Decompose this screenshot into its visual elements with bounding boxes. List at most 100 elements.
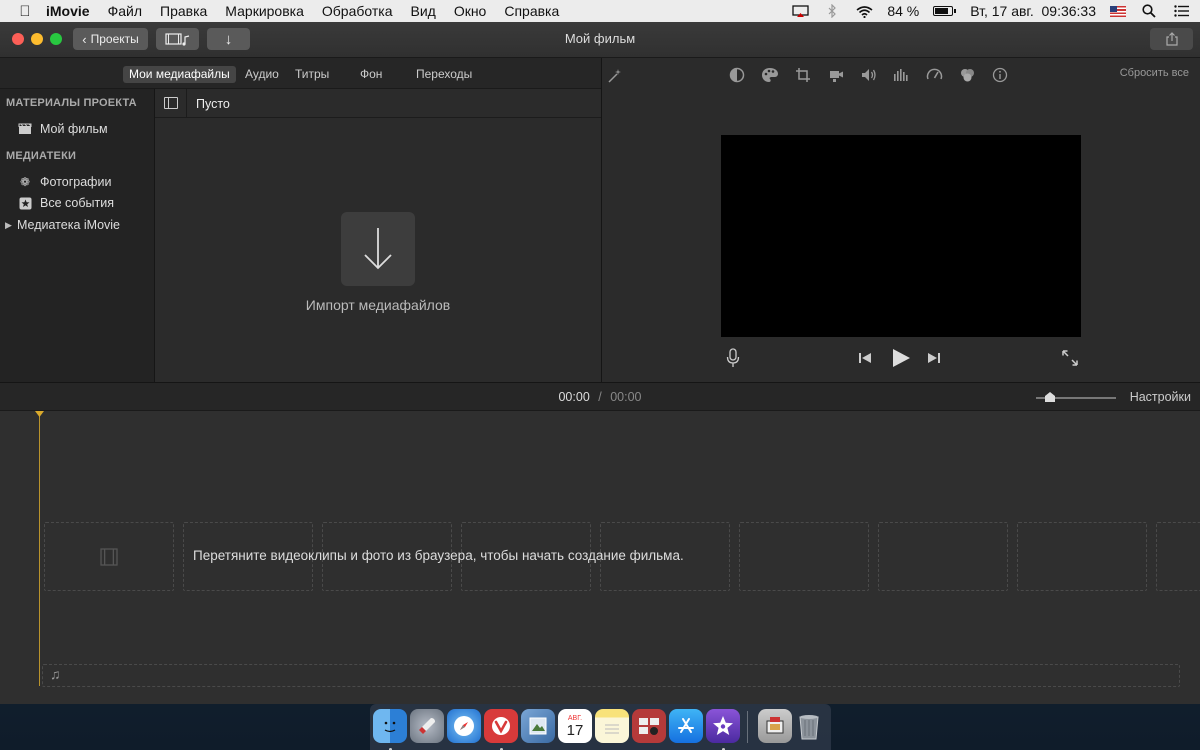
finder-icon[interactable] [373,709,407,743]
time-separator: / [598,390,602,404]
status-area: 84 % Вт, 17 авг. 09:36:33 [791,0,1190,22]
reset-all-button[interactable]: Сбросить все [1120,67,1189,79]
total-time: 00:00 [610,390,642,404]
bluetooth-icon[interactable] [823,4,841,18]
tab-my-media[interactable]: Мои медиафайлы [123,66,236,83]
music-note-icon: ♫ [50,666,61,682]
timeline-placeholder-slot [1017,522,1147,591]
skip-back-icon[interactable] [858,348,872,368]
calendar-day: 17 [566,721,584,739]
fullscreen-expand-icon[interactable] [1060,348,1080,368]
safari-compass-icon[interactable] [447,709,481,743]
sidebar-label-my-movie: Мой фильм [40,122,108,136]
timeline-placeholder-slot [44,522,174,591]
crop-icon[interactable] [794,66,812,84]
video-preview[interactable] [721,135,1081,337]
sidebar-item-my-movie[interactable]: Мой фильм [18,122,108,136]
media-browser-pane: Пусто Импорт медиафайлов [155,89,601,382]
title-bar: ‹ Проекты ↓ Мой фильм [0,22,1200,58]
tab-audio[interactable]: Аудио [239,66,285,83]
share-button[interactable] [1150,28,1193,50]
timeline-placeholder-slot [878,522,1008,591]
import-media-label[interactable]: Импорт медиафайлов [155,297,601,313]
skip-forward-icon[interactable] [927,348,941,368]
libraries-heading: МЕДИАТЕКИ [6,150,77,162]
browser-tab-bar: Мои медиафайлы Аудио Титры Фон Переходы [0,58,601,89]
preview-photo-icon[interactable] [521,709,555,743]
timeline-settings-button[interactable]: Настройки [1130,390,1191,404]
notification-center-icon[interactable] [1172,4,1190,18]
launchpad-rocket-icon[interactable] [410,709,444,743]
menu-app-name[interactable]: iMovie [46,0,90,22]
play-icon[interactable] [890,348,912,368]
volume-icon[interactable] [860,66,878,84]
import-media-large-button[interactable] [341,212,415,286]
microphone-icon[interactable] [725,348,741,368]
calendar-icon[interactable]: АВГ. 17 [558,709,592,743]
playhead-marker[interactable] [35,411,44,417]
timeline-placeholder-slot [1156,522,1200,591]
imovie-star-icon[interactable] [706,709,740,743]
battery-icon[interactable] [933,6,957,16]
menu-mark[interactable]: Маркировка [225,0,304,22]
notes-icon[interactable] [595,709,629,743]
drop-hint-text: Перетяните видеоклипы и фото из браузера… [193,548,684,563]
disclosure-triangle-icon[interactable]: ▶ [5,220,13,231]
menu-window[interactable]: Окно [454,0,487,22]
timeline-placeholder-slot [739,522,869,591]
tab-transitions[interactable]: Переходы [410,66,478,83]
photo-booth-icon[interactable] [632,709,666,743]
vivaldi-browser-icon[interactable] [484,709,518,743]
tab-backgrounds[interactable]: Фон [354,66,388,83]
music-track-lane[interactable] [42,664,1180,687]
tab-titles[interactable]: Титры [289,66,335,83]
viewer-pane: Сбросить все [602,58,1200,382]
sidebar-label-all-events: Все события [40,196,114,210]
libraries-sidebar: МАТЕРИАЛЫ ПРОЕКТА Мой фильм МЕДИАТЕКИ ❁ … [0,89,155,382]
sidebar-item-imovie-library[interactable]: ▶ Медиатека iMovie [5,218,120,232]
trash-icon[interactable] [792,709,826,743]
screenshot-utility-icon[interactable] [758,709,792,743]
arrow-down-icon [364,228,392,270]
wifi-icon[interactable] [855,4,873,18]
screen-mirroring-icon[interactable] [791,4,809,18]
apple-menu-icon[interactable]:  [12,3,38,20]
menu-edit[interactable]: Правка [160,0,207,22]
battery-percent[interactable]: 84 % [887,3,919,19]
speed-gauge-icon[interactable] [925,66,943,84]
clock[interactable]: Вт, 17 авг. 09:36:33 [970,3,1096,19]
menu-file[interactable]: Файл [108,0,142,22]
dock: АВГ. 17 [370,704,831,750]
header-divider [186,89,187,118]
clip-filter-icon[interactable] [958,66,976,84]
sidebar-label-imovie-library: Медиатека iMovie [17,218,121,232]
sidebar-item-all-events[interactable]: Все события [18,196,114,210]
imovie-window: ‹ Проекты ↓ Мой фильм Мои медиафайлы Ауд… [0,22,1200,704]
sidebar-label-photos: Фотографии [40,175,112,189]
stabilization-camera-icon[interactable] [827,66,845,84]
playhead[interactable] [39,411,40,686]
magic-wand-icon[interactable] [606,67,624,85]
menu-help[interactable]: Справка [504,0,559,22]
menu-bar:  iMovie Файл Правка Маркировка Обработк… [0,0,1200,22]
info-icon[interactable] [991,66,1009,84]
share-icon [1165,32,1178,46]
noise-reduction-equalizer-icon[interactable] [892,66,910,84]
media-title: Пусто [196,97,230,111]
input-source-flag-icon[interactable] [1110,5,1126,17]
current-time: 00:00 [558,390,590,404]
project-media-heading: МАТЕРИАЛЫ ПРОЕКТА [6,97,137,109]
spotlight-search-icon[interactable] [1140,4,1158,18]
color-balance-icon[interactable] [728,66,746,84]
toggle-sidebar-icon[interactable] [164,97,178,109]
color-palette-icon[interactable] [761,66,779,84]
film-strip-icon [100,548,118,566]
timeline-toolbar: 00:00 / 00:00 Настройки [0,382,1200,411]
menu-modify[interactable]: Обработка [322,0,393,22]
timeline[interactable]: Перетяните видеоклипы и фото из браузера… [0,411,1200,704]
app-store-icon[interactable] [669,709,703,743]
dock-separator [747,711,748,743]
clapperboard-icon [18,122,32,136]
menu-view[interactable]: Вид [410,0,435,22]
sidebar-item-photos[interactable]: ❁ Фотографии [18,175,111,189]
